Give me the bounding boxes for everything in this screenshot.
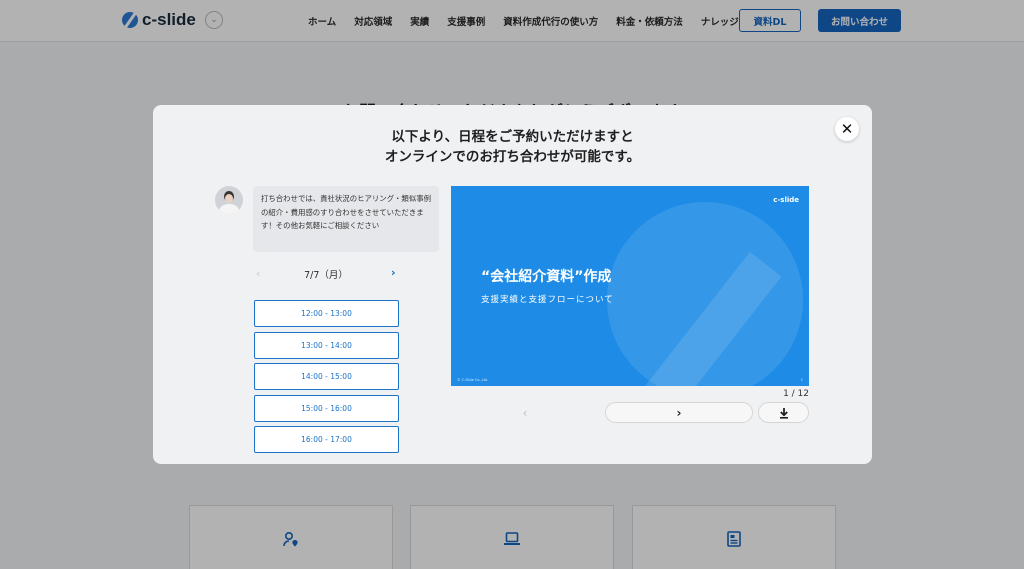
page-counter: 1 / 12 — [783, 389, 809, 399]
modal-title: 以下より、日程をご予約いただけますと オンラインでのお打ち合わせが可能です。 — [153, 127, 872, 167]
slide-title: “会社紹介資料”作成 — [481, 269, 612, 285]
time-slot-button[interactable]: 13:00 - 14:00 — [254, 332, 399, 359]
modal-title-line-2: オンラインでのお打ち合わせが可能です。 — [384, 149, 641, 165]
slide-preview[interactable]: c-slide “会社紹介資料”作成 支援実績と支援フローについて © C-Sl… — [451, 186, 809, 386]
next-date-button[interactable]: › — [391, 266, 396, 279]
time-slot-button[interactable]: 12:00 - 13:00 — [254, 300, 399, 327]
download-slide-button[interactable] — [758, 402, 809, 423]
time-slot-button[interactable]: 15:00 - 16:00 — [254, 395, 399, 422]
prev-slide-button[interactable]: ‹ — [451, 402, 599, 423]
slide-brand: c-slide — [773, 196, 799, 204]
date-label: 7/7（月） — [304, 270, 348, 281]
slide-subtitle: 支援実績と支援フローについて — [481, 295, 614, 305]
modal-title-line-1: 以下より、日程をご予約いただけますと — [391, 129, 634, 145]
time-slot-button[interactable]: 14:00 - 15:00 — [254, 363, 399, 390]
time-slot-button[interactable]: 16:00 - 17:00 — [254, 426, 399, 453]
avatar — [215, 186, 243, 214]
download-icon — [779, 407, 788, 419]
slide-copyright: © C-Slide Co.,Ltd. — [457, 378, 489, 382]
close-button[interactable]: ✕ — [835, 117, 859, 141]
message-bubble: 打ち合わせでは、貴社状況のヒアリング・類似事例の紹介・費用感のすり合わせをさせて… — [253, 186, 439, 252]
next-slide-button[interactable]: › — [605, 402, 753, 423]
booking-modal: 以下より、日程をご予約いただけますと オンラインでのお打ち合わせが可能です。 ✕… — [153, 105, 872, 464]
slide-page-number: 1 — [800, 378, 803, 382]
